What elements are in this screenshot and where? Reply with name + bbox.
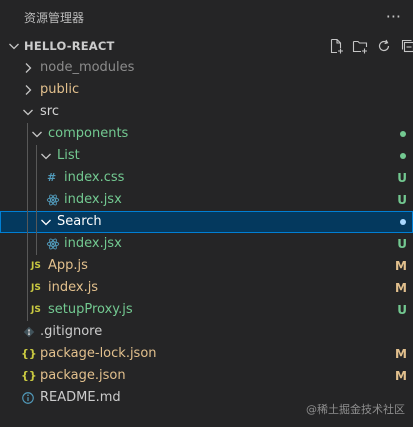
chevron-right-icon[interactable] <box>20 82 36 98</box>
git-status-badge: M <box>395 281 407 295</box>
indent-guide <box>27 299 28 321</box>
tree-item-label: setupProxy.js <box>48 302 133 317</box>
tree-item-search[interactable]: Search <box>0 211 413 233</box>
indent-guide <box>27 233 28 255</box>
collapse-all-icon[interactable] <box>399 37 413 55</box>
json-file-icon: {} <box>21 369 37 382</box>
tree-item-label: package.json <box>40 368 126 383</box>
chevron-down-icon[interactable] <box>38 214 54 230</box>
indent-guide <box>27 189 28 211</box>
indent-guide <box>27 277 28 299</box>
git-status-badge: U <box>397 237 407 251</box>
react-file-icon <box>46 194 60 206</box>
indent-guide <box>36 167 37 189</box>
tree-item-index-jsx[interactable]: index.jsx U <box>0 233 413 255</box>
css-file-icon: # <box>47 171 57 184</box>
indent-guide <box>36 233 37 255</box>
indent-guide <box>27 255 28 277</box>
git-status-badge: U <box>397 171 407 185</box>
untracked-dot <box>400 153 406 159</box>
tree-item-label: index.js <box>48 280 99 295</box>
tree-item-app-js[interactable]: JS App.js M <box>0 255 413 277</box>
indent-guide <box>27 145 28 167</box>
tree-item-index-js[interactable]: JS index.js M <box>0 277 413 299</box>
indent-guide <box>27 167 28 189</box>
tree-item-package-lock-json[interactable]: {} package-lock.json M <box>0 343 413 365</box>
section-actions <box>327 37 413 55</box>
tree-item-list[interactable]: List <box>0 145 413 167</box>
git-status-badge: M <box>395 259 407 273</box>
workspace-title: HELLO-REACT <box>24 39 115 53</box>
js-file-icon: JS <box>31 283 41 293</box>
git-status-badge: M <box>395 369 407 383</box>
tree-item-node-modules[interactable]: node_modules <box>0 57 413 79</box>
chevron-down-icon[interactable] <box>38 148 54 164</box>
explorer-title: 资源管理器 <box>24 10 85 25</box>
workspace-section-header[interactable]: HELLO-REACT <box>0 34 413 58</box>
explorer-header: 资源管理器 ··· <box>0 0 413 34</box>
new-folder-icon[interactable] <box>351 37 369 55</box>
tree-item-label: List <box>57 148 80 163</box>
js-file-icon: JS <box>31 305 41 315</box>
react-file-icon <box>46 238 60 250</box>
new-file-icon[interactable] <box>327 37 345 55</box>
tree-item-gitignore[interactable]: .gitignore <box>0 321 413 343</box>
chevron-down-icon[interactable] <box>6 38 22 54</box>
tree-item-package-json[interactable]: {} package.json M <box>0 365 413 387</box>
untracked-dot <box>400 219 406 225</box>
js-file-icon: JS <box>31 261 41 271</box>
more-actions-icon[interactable]: ··· <box>386 7 401 26</box>
refresh-icon[interactable] <box>375 37 393 55</box>
untracked-dot <box>400 131 406 137</box>
tree-item-index-jsx[interactable]: index.jsx U <box>0 189 413 211</box>
watermark: @稀土掘金技术社区 <box>306 403 405 416</box>
indent-guide <box>27 211 28 233</box>
git-status-badge: M <box>395 347 407 361</box>
file-tree: node_modules public src components List <box>0 57 413 409</box>
tree-item-src[interactable]: src <box>0 101 413 123</box>
indent-guide <box>36 145 37 167</box>
tree-item-index-css[interactable]: # index.css U <box>0 167 413 189</box>
git-status-badge: U <box>397 303 407 317</box>
tree-item-public[interactable]: public <box>0 79 413 101</box>
tree-item-label: index.css <box>64 170 125 185</box>
tree-item-label: README.md <box>40 390 121 405</box>
tree-item-label: public <box>40 82 80 97</box>
tree-item-label: Search <box>57 214 102 229</box>
chevron-down-icon[interactable] <box>29 126 45 142</box>
indent-guide <box>27 123 28 145</box>
tree-item-label: package-lock.json <box>40 346 157 361</box>
chevron-down-icon[interactable] <box>20 104 36 120</box>
indent-guide <box>36 189 37 211</box>
json-file-icon: {} <box>21 347 37 360</box>
indent-guide <box>36 211 37 233</box>
tree-item-setup-proxy-js[interactable]: JS setupProxy.js U <box>0 299 413 321</box>
tree-item-components[interactable]: components <box>0 123 413 145</box>
tree-item-label: .gitignore <box>40 324 103 339</box>
tree-item-label: App.js <box>48 258 88 273</box>
chevron-right-icon[interactable] <box>20 60 36 76</box>
info-icon <box>22 392 34 404</box>
tree-item-label: index.jsx <box>64 192 122 207</box>
git-status-badge: U <box>397 193 407 207</box>
tree-item-label: src <box>40 104 59 119</box>
git-file-icon <box>23 326 35 338</box>
tree-item-label: index.jsx <box>64 236 122 251</box>
tree-item-label: components <box>48 126 129 141</box>
tree-item-label: node_modules <box>40 60 135 75</box>
